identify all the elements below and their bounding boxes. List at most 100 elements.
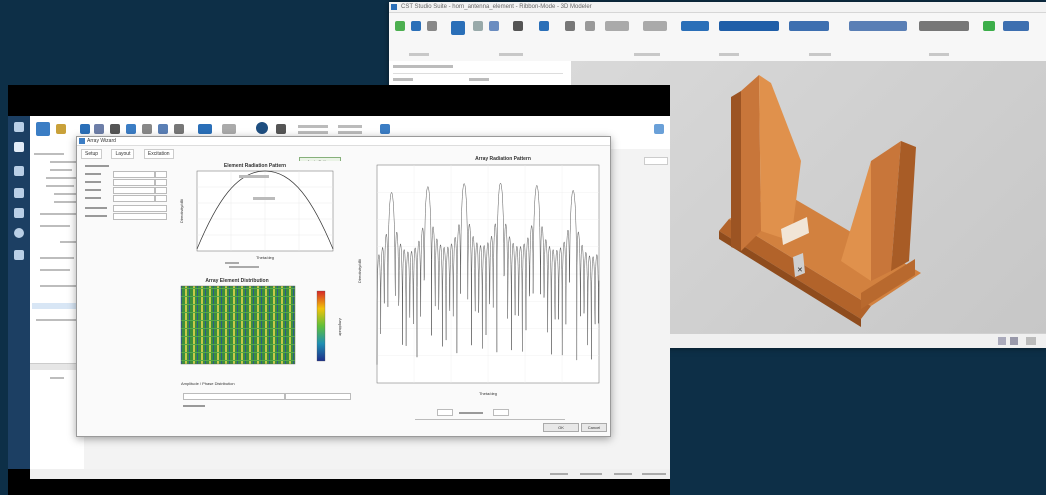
toolbar-tool-icon[interactable]	[654, 124, 664, 134]
view-mode-icon[interactable]	[1010, 337, 1018, 345]
tree-row[interactable]	[40, 269, 70, 271]
excitation-input[interactable]	[285, 393, 351, 400]
tree-row[interactable]	[36, 319, 76, 321]
view-mode-icon[interactable]	[1026, 337, 1036, 345]
tree-row[interactable]	[393, 78, 413, 81]
tree-row[interactable]	[50, 161, 76, 163]
status-item	[550, 473, 568, 475]
tree-row[interactable]	[50, 377, 64, 379]
toolbar-tool-icon[interactable]	[36, 122, 50, 136]
cancel-button[interactable]: Cancel	[581, 423, 607, 432]
dialog-tabs: Setup Layout Excitation	[81, 149, 182, 159]
tree-row[interactable]	[54, 201, 76, 203]
ribbon-tool-icon[interactable]	[427, 21, 437, 31]
ribbon-tool-icon[interactable]	[605, 21, 629, 31]
element-xlabel: Theta/deg	[256, 255, 274, 260]
ribbon-tool-icon[interactable]	[473, 21, 483, 31]
ribbon-tool-icon[interactable]	[451, 21, 465, 35]
ribbon-tool-icon[interactable]	[643, 21, 667, 31]
tree-row[interactable]	[34, 153, 64, 155]
toolbar-tool-icon[interactable]	[110, 124, 120, 134]
form-spinner[interactable]	[155, 187, 167, 194]
toolbar-tool-icon[interactable]	[56, 124, 66, 134]
toolbar-tool-icon[interactable]	[198, 124, 212, 134]
dialog-tab[interactable]: Setup	[81, 149, 103, 159]
ribbon-tool-icon[interactable]	[681, 21, 709, 31]
toolbar-tool-icon[interactable]	[256, 122, 268, 134]
tree-row-selected[interactable]	[32, 303, 82, 309]
form-input[interactable]	[113, 205, 167, 212]
workspace-panel-tab[interactable]	[644, 157, 668, 165]
ribbon-tool-icon[interactable]	[849, 21, 907, 31]
array-pattern-chart: Array Radiation Pattern Theta/deg Direct…	[353, 151, 607, 405]
view-mode-icon[interactable]	[998, 337, 1006, 345]
tree-row[interactable]	[54, 193, 78, 195]
sidebar-tool-icon[interactable]	[14, 208, 24, 218]
form-spinner[interactable]	[155, 171, 167, 178]
tree-row[interactable]	[40, 225, 70, 227]
ribbon-tool-icon[interactable]	[919, 21, 969, 31]
toolbar-tool-icon[interactable]	[174, 124, 184, 134]
toolbar-tool-icon[interactable]	[158, 124, 168, 134]
sidebar-tool-icon[interactable]	[14, 188, 24, 198]
ribbon-tool-icon[interactable]	[585, 21, 595, 31]
form-input[interactable]	[113, 179, 155, 186]
ribbon-tool-icon[interactable]	[513, 21, 523, 31]
form-spinner[interactable]	[155, 195, 167, 202]
toolbar-tool-icon[interactable]	[276, 124, 286, 134]
toolbar-label	[338, 125, 362, 128]
heatmap-grid	[180, 285, 296, 365]
ribbon-tool-icon[interactable]	[789, 21, 829, 31]
tree-row[interactable]	[40, 257, 74, 259]
ribbon-tool-icon[interactable]	[489, 21, 499, 31]
sidebar-home-icon[interactable]	[14, 122, 24, 132]
ribbon-tool-icon[interactable]	[983, 21, 995, 31]
ribbon-tool-icon[interactable]	[719, 21, 779, 31]
array-chart-controls	[415, 409, 565, 420]
form-input[interactable]	[113, 187, 155, 194]
dialog-tab[interactable]: Excitation	[143, 149, 174, 159]
range-input[interactable]	[437, 409, 453, 416]
range-input[interactable]	[493, 409, 509, 416]
heatmap-colorbar	[316, 290, 326, 362]
sidebar-tool-icon[interactable]	[14, 166, 24, 176]
element-pattern-chart: Element Radiation Pattern Theta/deg Dire…	[177, 161, 343, 269]
sidebar-file-icon[interactable]	[14, 142, 24, 152]
form-spinner[interactable]	[155, 179, 167, 186]
ribbon-tool-icon[interactable]	[411, 21, 421, 31]
dialog-tab[interactable]: Layout	[111, 149, 135, 159]
tree-row[interactable]	[469, 78, 489, 81]
element-chart-title: Element Radiation Pattern	[224, 163, 286, 169]
form-input[interactable]	[113, 213, 167, 220]
form-input[interactable]	[113, 195, 155, 202]
ribbon-tool-icon[interactable]	[539, 21, 549, 31]
toolbar-label	[298, 131, 328, 134]
toolbar-tool-icon[interactable]	[126, 124, 136, 134]
tree-row[interactable]	[393, 65, 453, 68]
ribbon-tool-icon[interactable]	[565, 21, 575, 31]
toolbar-label	[298, 125, 328, 128]
tree-row[interactable]	[40, 285, 78, 287]
range-slider[interactable]	[415, 419, 565, 420]
toolbar-tool-icon[interactable]	[80, 124, 90, 134]
sidebar-tool-icon[interactable]	[14, 250, 24, 260]
tree-row[interactable]	[40, 213, 76, 215]
toolbar-tool-icon[interactable]	[222, 124, 236, 134]
toolbar-tool-icon[interactable]	[380, 124, 390, 134]
form-label	[85, 181, 101, 183]
excitation-dropdown[interactable]	[183, 393, 285, 400]
ribbon-group-label	[929, 53, 949, 56]
ribbon-tool-icon[interactable]	[395, 21, 405, 31]
element-annotation	[239, 175, 269, 178]
ok-button[interactable]: OK	[543, 423, 579, 432]
form-label	[85, 215, 107, 217]
tree-row[interactable]	[46, 185, 74, 187]
form-input[interactable]	[113, 171, 155, 178]
dialog-icon	[79, 138, 85, 144]
tree-row[interactable]	[46, 177, 76, 179]
toolbar-tool-icon[interactable]	[142, 124, 152, 134]
tree-row[interactable]	[50, 169, 72, 171]
ribbon-tool-icon[interactable]	[1003, 21, 1029, 31]
toolbar-tool-icon[interactable]	[94, 124, 104, 134]
sidebar-settings-icon[interactable]	[14, 228, 24, 238]
